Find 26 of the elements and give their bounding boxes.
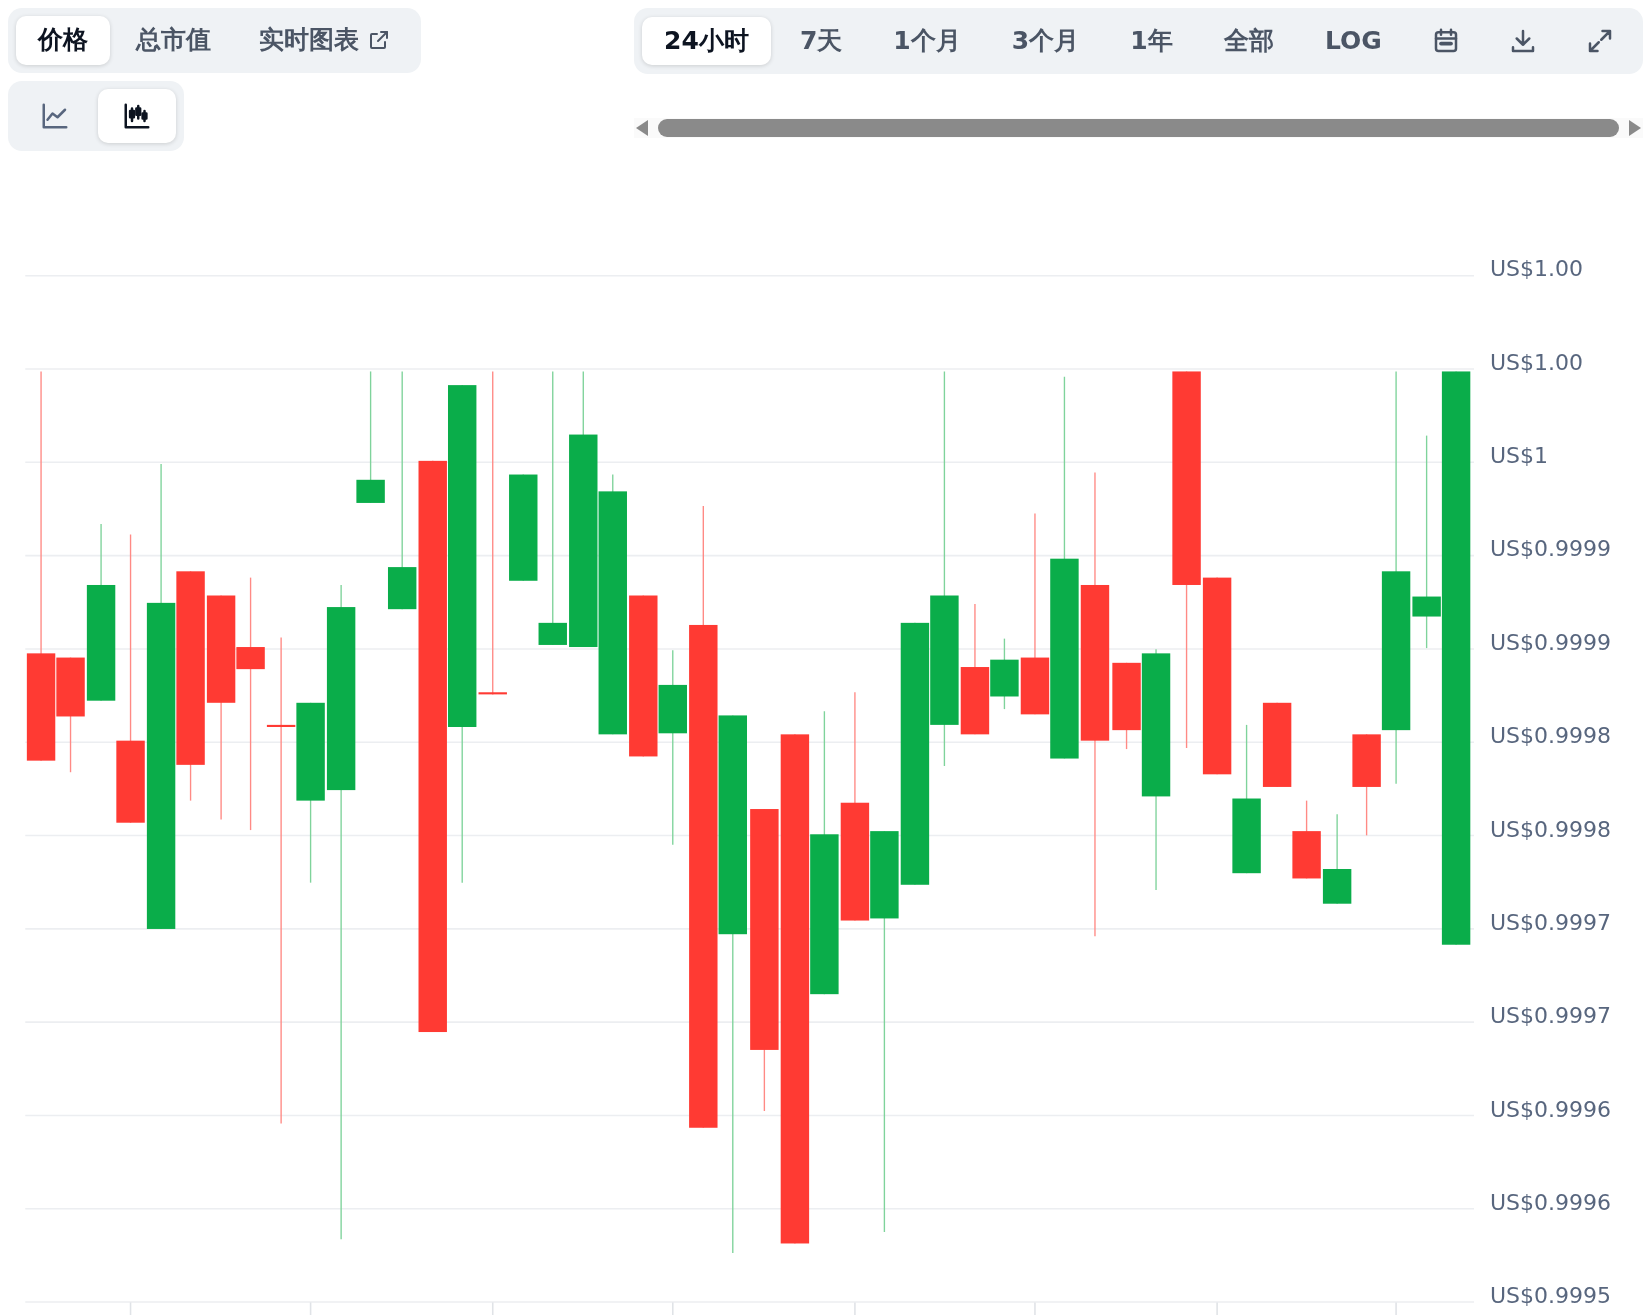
y-axis-label: US$0.9999 [1490,628,1612,657]
y-axis-label: US$0.9999 [1490,535,1612,564]
range-tab[interactable]: 1个月 [871,16,983,66]
scrollbar-thumb[interactable] [658,119,1619,137]
y-axis-label: US$0.9998 [1490,815,1612,844]
scroll-right-arrow-icon[interactable] [1627,118,1643,138]
scroll-left-arrow-icon[interactable] [634,118,650,138]
range-tab[interactable]: 1年 [1108,16,1195,66]
y-axis-label: US$0.9997 [1490,1002,1612,1031]
y-axis-label: US$1.00 [1490,348,1585,377]
range-tab[interactable]: 3个月 [989,16,1102,66]
y-axis-label: US$1.00 [1490,255,1585,284]
chart-type-toggle[interactable] [98,88,176,143]
y-axis-label: US$0.9996 [1490,1189,1612,1218]
y-axis-label: US$0.9998 [1490,722,1612,751]
range-tab[interactable]: LOG [1302,16,1404,66]
metric-tab[interactable]: 总市值 [114,16,233,65]
range-tab[interactable]: 全部 [1201,16,1296,66]
y-axis-label: US$0.9996 [1490,1095,1612,1124]
y-axis-label: US$0.9997 [1490,908,1612,937]
metric-tab[interactable]: 实时图表 [237,16,413,65]
range-tab[interactable]: 7天 [777,16,865,66]
metric-tab[interactable]: 价格 [16,16,110,65]
range-tab[interactable]: 24小时 [642,16,771,66]
y-axis-label: US$1 [1490,441,1550,470]
y-axis-label: US$0.9995 [1490,1282,1612,1311]
